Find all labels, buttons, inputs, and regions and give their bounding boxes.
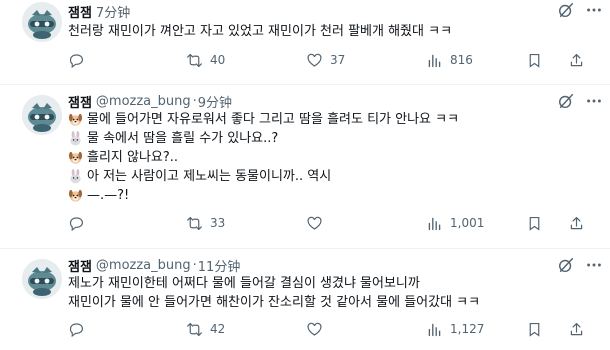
avatar-image — [22, 2, 62, 42]
reply-icon — [69, 322, 84, 337]
like-button[interactable] — [306, 213, 330, 233]
retweet-button[interactable]: 33 — [186, 213, 225, 233]
retweet-icon — [187, 216, 202, 230]
rabbit-face-icon — [68, 169, 83, 184]
timestamp[interactable]: 7分钟 — [96, 2, 130, 21]
tweet-line: 제노가 재민이한테 어쩌다 물에 들어갈 결심이 생겼냐 물어보니까 — [68, 276, 420, 291]
tweet-text: 물에 들어가면 자유로워서 좋다 그리고 땀을 흘려도 티가 안나요 ㅋㅋ 물 … — [68, 110, 588, 205]
tweet-line-text: 아 저는 사람이고 제노씨는 동물이니까.. 역시 — [87, 169, 332, 184]
tweet-line: 재민이가 물에 안 들어가면 해찬이가 잔소리할 것 같아서 물에 들어갔대 ㅋ… — [68, 295, 481, 310]
grok-slash-icon[interactable] — [556, 0, 576, 20]
more-icon[interactable] — [584, 255, 604, 275]
views-button[interactable]: 1,127 — [426, 319, 484, 339]
reply-icon — [69, 216, 84, 231]
avatar[interactable] — [22, 259, 62, 299]
tweet-header: 잼잼 @mozza_bung · 9分钟 — [68, 91, 232, 111]
views-icon — [428, 217, 441, 230]
author-handle[interactable]: @mozza_bung — [96, 258, 191, 273]
reply-icon — [69, 53, 84, 68]
upload-button[interactable] — [568, 213, 592, 233]
tweet-line: 흘리지 않나요?.. — [68, 148, 588, 167]
tweet-3[interactable]: 잼잼 @mozza_bung · 11分钟 제노가 재민이한테 어쩌다 물에 들… — [0, 249, 610, 350]
share-button[interactable] — [526, 319, 550, 339]
retweet-button[interactable]: 40 — [186, 50, 225, 70]
like-button[interactable]: 37 — [306, 50, 345, 70]
avatar[interactable] — [22, 95, 62, 135]
dog-face-icon — [68, 112, 83, 127]
separator-dot: · — [192, 93, 197, 109]
tweet-line: 천러랑 재민이가 껴안고 자고 있었고 재민이가 천러 팔베개 해줬대 ㅋㅋ — [68, 24, 453, 39]
grok-slash-icon[interactable] — [556, 91, 576, 111]
bookmark-icon — [529, 53, 540, 68]
views-button[interactable]: 1,001 — [426, 213, 484, 233]
like-count: 37 — [330, 53, 346, 67]
reply-button[interactable] — [68, 213, 92, 233]
views-icon — [428, 54, 441, 67]
like-button[interactable] — [306, 319, 330, 339]
tweet-line: —.—?! — [68, 186, 588, 205]
retweet-count: 40 — [210, 53, 226, 67]
avatar[interactable] — [22, 2, 62, 42]
retweet-icon — [187, 53, 202, 67]
tweet-line-text: —.—?! — [87, 188, 130, 203]
author-name[interactable]: 잼잼 — [68, 256, 92, 275]
separator-dot: · — [192, 257, 197, 273]
upload-button[interactable] — [568, 50, 592, 70]
retweet-count: 33 — [210, 216, 226, 230]
share-button[interactable] — [526, 50, 550, 70]
more-icon[interactable] — [584, 0, 604, 20]
avatar-image — [22, 259, 62, 299]
timestamp[interactable]: 11分钟 — [198, 256, 241, 275]
tweet-actions: 40 37 816 — [68, 50, 598, 70]
tweet-header: 잼잼 7分钟 — [68, 1, 130, 21]
tweet-line-text: 물에 들어가면 자유로워서 좋다 그리고 땀을 흘려도 티가 안나요 ㅋㅋ — [87, 112, 460, 127]
tweet-1[interactable]: 잼잼 7分钟 천러랑 재민이가 껴안고 자고 있었고 재민이가 천러 팔베개 해… — [0, 0, 610, 84]
tweet-text: 천러랑 재민이가 껴안고 자고 있었고 재민이가 천러 팔베개 해줬대 ㅋㅋ — [68, 22, 588, 41]
views-count: 1,127 — [450, 322, 485, 336]
more-icon[interactable] — [584, 91, 604, 111]
author-handle[interactable]: @mozza_bung — [96, 94, 191, 109]
views-button[interactable]: 816 — [426, 50, 473, 70]
upload-button[interactable] — [568, 319, 592, 339]
views-count: 1,001 — [450, 216, 485, 230]
tweet-line: 아 저는 사람이고 제노씨는 동물이니까.. 역시 — [68, 167, 588, 186]
share-icon — [570, 216, 583, 229]
retweet-button[interactable]: 42 — [186, 319, 225, 339]
share-icon — [570, 53, 583, 66]
tweet-line-text: 흘리지 않나요?.. — [87, 150, 179, 165]
dog-face-icon — [68, 150, 83, 165]
tweet-line-text: 물 속에서 땀을 흘릴 수가 있나요..? — [87, 131, 279, 146]
timestamp[interactable]: 9分钟 — [198, 92, 232, 111]
grok-slash-icon[interactable] — [556, 255, 576, 275]
reply-button[interactable] — [68, 50, 92, 70]
avatar-image — [22, 95, 62, 135]
retweet-count: 42 — [210, 322, 226, 336]
tweet-line: 물 속에서 땀을 흘릴 수가 있나요..? — [68, 129, 588, 148]
retweet-icon — [187, 322, 202, 336]
reply-button[interactable] — [68, 319, 92, 339]
bookmark-icon — [529, 216, 540, 231]
author-name[interactable]: 잼잼 — [68, 92, 92, 111]
rabbit-face-icon — [68, 131, 83, 146]
tweet-text: 제노가 재민이한테 어쩌다 물에 들어갈 결심이 생겼냐 물어보니까 재민이가 … — [68, 274, 588, 312]
tweet-2[interactable]: 잼잼 @mozza_bung · 9分钟 물에 들어가면 자유로워서 좋다 그리… — [0, 85, 610, 248]
bookmark-icon — [529, 322, 540, 337]
tweet-actions: 33 1,001 — [68, 213, 598, 233]
tweet-actions: 42 1,127 — [68, 319, 598, 339]
heart-icon — [307, 216, 322, 230]
author-name[interactable]: 잼잼 — [68, 2, 92, 21]
tweet-header: 잼잼 @mozza_bung · 11分钟 — [68, 255, 240, 275]
views-count: 816 — [450, 53, 473, 67]
heart-icon — [307, 53, 322, 67]
tweet-line: 물에 들어가면 자유로워서 좋다 그리고 땀을 흘려도 티가 안나요 ㅋㅋ — [68, 110, 588, 129]
share-button[interactable] — [526, 213, 550, 233]
dog-face-icon — [68, 188, 83, 203]
share-icon — [570, 322, 583, 335]
heart-icon — [307, 322, 322, 336]
views-icon — [428, 323, 441, 336]
